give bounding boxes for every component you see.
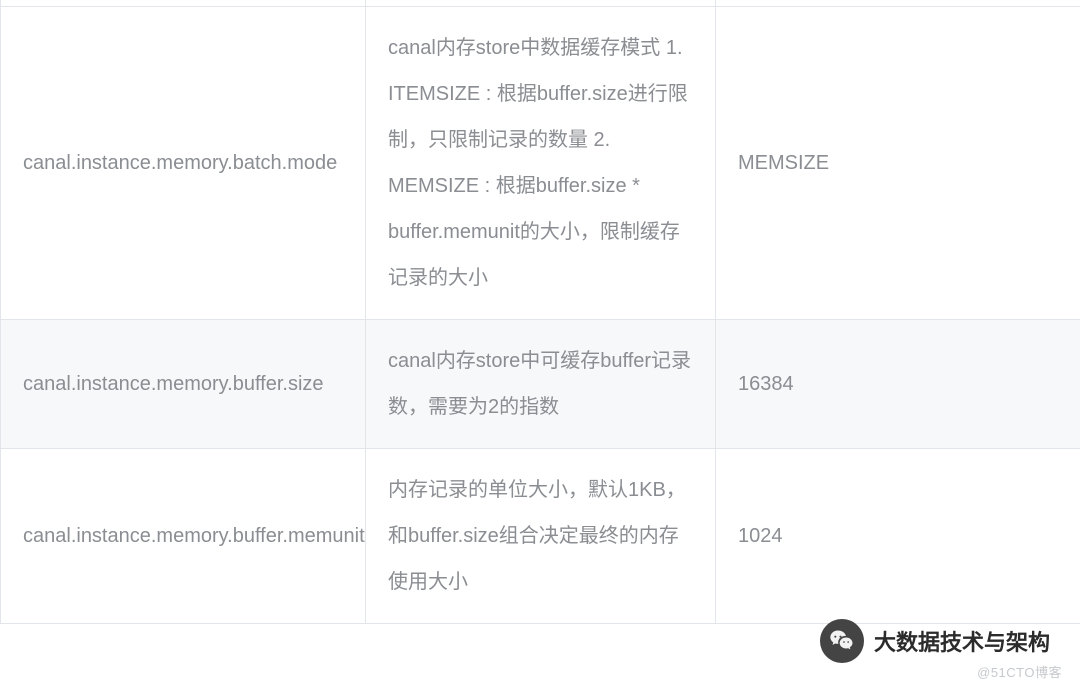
config-key: canal.instance.memory.buffer.memunit bbox=[1, 448, 366, 623]
config-desc: 内存记录的单位大小，默认1KB，和buffer.size组合决定最终的内存使用大… bbox=[366, 448, 716, 623]
config-desc: canal内存store中数据缓存模式 1. ITEMSIZE : 根据buff… bbox=[366, 6, 716, 319]
wechat-badge: 大数据技术与架构 bbox=[820, 619, 1050, 663]
watermark: @51CTO博客 bbox=[977, 662, 1062, 681]
config-desc: canal内存store中可缓存buffer记录数，需要为2的指数 bbox=[366, 319, 716, 448]
config-default: 1024 bbox=[716, 448, 1080, 623]
config-key: canal.instance.memory.buffer.size bbox=[1, 319, 366, 448]
table-row: canal.instance.memory.buffer.size canal内… bbox=[1, 319, 1080, 448]
config-default: 16384 bbox=[716, 319, 1080, 448]
table-row: canal.instance.memory.batch.mode canal内存… bbox=[1, 6, 1080, 319]
table-row: canal.instance.memory.buffer.memunit 内存记… bbox=[1, 448, 1080, 623]
config-default: MEMSIZE bbox=[716, 6, 1080, 319]
config-key: canal.instance.memory.batch.mode bbox=[1, 6, 366, 319]
config-table: canal.instance.memory.batch.mode canal内存… bbox=[0, 0, 1080, 624]
wechat-icon bbox=[820, 619, 864, 663]
wechat-label: 大数据技术与架构 bbox=[874, 625, 1050, 657]
